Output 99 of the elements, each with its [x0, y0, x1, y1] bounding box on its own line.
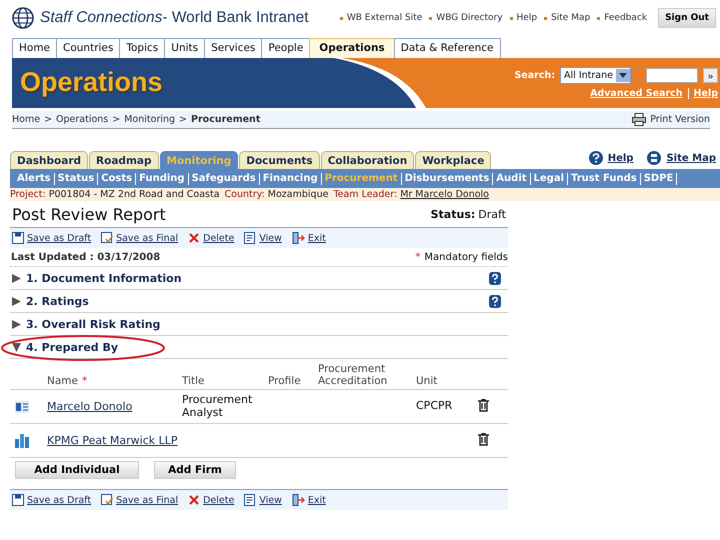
toolbar-link[interactable]: Delete — [188, 494, 234, 506]
contact-card-icon — [15, 400, 29, 412]
help-icon — [588, 151, 603, 165]
sign-out-button[interactable]: Sign Out — [658, 8, 716, 28]
search-label: Search: — [514, 70, 556, 81]
nav-tab[interactable]: Home — [12, 38, 56, 58]
header-link[interactable]: WB External Site — [346, 13, 422, 23]
search-field[interactable] — [646, 68, 698, 83]
breadcrumb-link[interactable]: Home — [12, 114, 40, 125]
header-link[interactable]: Help — [516, 13, 538, 23]
table-cell-text: CPCPR — [416, 400, 454, 413]
nav-tab[interactable]: Units — [164, 38, 204, 58]
breadcrumb-separator: > — [179, 114, 188, 125]
country-label: Country: — [224, 189, 265, 200]
team-leader-link[interactable]: Mr Marcelo Donolo — [400, 189, 489, 200]
site-map-link[interactable]: Site Map — [647, 151, 716, 165]
toolbar-link[interactable]: Save as Draft — [12, 494, 92, 506]
toolbar-link[interactable]: View — [244, 232, 282, 244]
breadcrumb-link[interactable]: Monitoring — [124, 114, 176, 125]
add-button[interactable]: Add Individual — [15, 461, 139, 479]
mandatory-fields-note: Mandatory fields — [424, 252, 508, 262]
toolbar-link[interactable]: Delete — [188, 232, 234, 244]
section-tab[interactable]: Workplace — [415, 151, 492, 169]
sub-nav-link[interactable]: Legal — [530, 173, 568, 184]
sub-nav-link[interactable]: SDPE — [640, 173, 676, 184]
floppy-check-icon — [101, 494, 114, 506]
header-link[interactable]: WBG Directory — [436, 13, 503, 23]
header-link[interactable]: Site Map — [551, 13, 590, 23]
sub-nav-link[interactable]: Funding — [136, 173, 188, 184]
sub-nav-link[interactable]: Status — [54, 173, 98, 184]
section-tab[interactable]: Collaboration — [320, 151, 414, 169]
last-updated-text: Last Updated : 03/17/2008 — [11, 252, 160, 262]
toolbar-link[interactable]: Exit — [292, 232, 326, 244]
column-header: Name — [47, 375, 78, 387]
sub-nav-link[interactable]: Audit — [493, 173, 530, 184]
report-title: Post Review Report — [12, 204, 166, 224]
project-value: P001804 - MZ 2nd Road and Coasta — [48, 189, 220, 200]
status-value: Draft — [478, 208, 506, 220]
country-value: Mozambique — [268, 189, 328, 200]
site-title: Staff Connections- World Bank Intranet — [40, 9, 309, 27]
search-button[interactable]: » — [702, 68, 718, 83]
sub-nav-link[interactable]: Costs — [98, 173, 136, 184]
banner-title: Operations — [19, 66, 163, 99]
required-mark: * — [415, 252, 420, 262]
section-header[interactable]: 2. Ratings — [12, 294, 89, 308]
door-arrow-icon — [292, 494, 305, 506]
add-button[interactable]: Add Firm — [154, 461, 236, 479]
column-header: Procurement Accreditation — [318, 363, 388, 387]
toolbar-link[interactable]: Save as Final — [101, 494, 178, 506]
section-tab[interactable]: Dashboard — [10, 151, 88, 169]
cross-icon — [188, 232, 200, 244]
project-label: Project: — [10, 189, 46, 200]
cross-icon — [188, 494, 200, 506]
column-header: Unit — [416, 375, 438, 387]
name-link[interactable]: KPMG Peat Marwick LLP — [47, 434, 178, 447]
section-header[interactable]: 3. Overall Risk Rating — [12, 318, 160, 330]
nav-tab[interactable]: Topics — [119, 38, 164, 58]
status-label: Status: — [430, 208, 476, 220]
section-header[interactable]: 1. Document Information — [12, 272, 182, 284]
column-header: Profile — [268, 375, 302, 387]
printer-icon — [632, 113, 646, 126]
breadcrumb-current: Procurement — [191, 114, 260, 125]
document-icon — [244, 232, 256, 244]
team-leader-label: Team Leader: — [333, 189, 398, 200]
section-tab[interactable]: Documents — [239, 151, 320, 169]
nav-tab[interactable]: Data & Reference — [394, 38, 500, 58]
site-map-icon — [647, 151, 662, 165]
trash-icon[interactable] — [478, 432, 489, 446]
nav-tab[interactable]: Countries — [56, 38, 120, 58]
sub-nav-link[interactable]: Trust Funds — [568, 173, 640, 184]
toolbar-link[interactable]: View — [244, 494, 282, 506]
breadcrumb-separator: > — [112, 114, 120, 125]
name-link[interactable]: Marcelo Donolo — [47, 400, 132, 413]
trash-icon[interactable] — [478, 398, 489, 412]
breadcrumb-link[interactable]: Operations — [56, 114, 108, 125]
nav-tab[interactable]: People — [261, 38, 310, 58]
floppy-check-icon — [101, 232, 114, 244]
required-mark: * — [82, 375, 88, 387]
section-tab[interactable]: Roadmap — [89, 151, 158, 169]
sub-nav-link[interactable]: Disbursements — [402, 173, 492, 184]
header-link[interactable]: Feedback — [604, 13, 648, 23]
breadcrumb-separator: > — [44, 114, 52, 125]
door-arrow-icon — [292, 232, 305, 244]
document-icon — [244, 494, 256, 506]
table-cell-text: Procurement Analyst — [182, 394, 254, 419]
help-link[interactable]: Help — [588, 151, 634, 165]
toolbar-link[interactable]: Exit — [292, 494, 326, 506]
sub-nav-link[interactable]: Financing — [260, 173, 321, 184]
scope-dropdown[interactable]: All Intrane — [560, 67, 631, 84]
sub-nav-link[interactable]: Safeguards — [188, 173, 259, 184]
globe-icon — [12, 7, 34, 29]
sub-nav-link[interactable]: Alerts — [14, 173, 54, 184]
column-header: Title — [182, 375, 206, 387]
caret-down-icon — [618, 73, 627, 78]
print-version-link[interactable]: Print Version — [632, 113, 710, 126]
toolbar-link[interactable]: Save as Draft — [12, 232, 92, 244]
nav-tab[interactable]: Services — [204, 38, 262, 58]
toolbar-link[interactable]: Save as Final — [101, 232, 178, 244]
nav-tab[interactable]: Operations — [309, 38, 394, 58]
